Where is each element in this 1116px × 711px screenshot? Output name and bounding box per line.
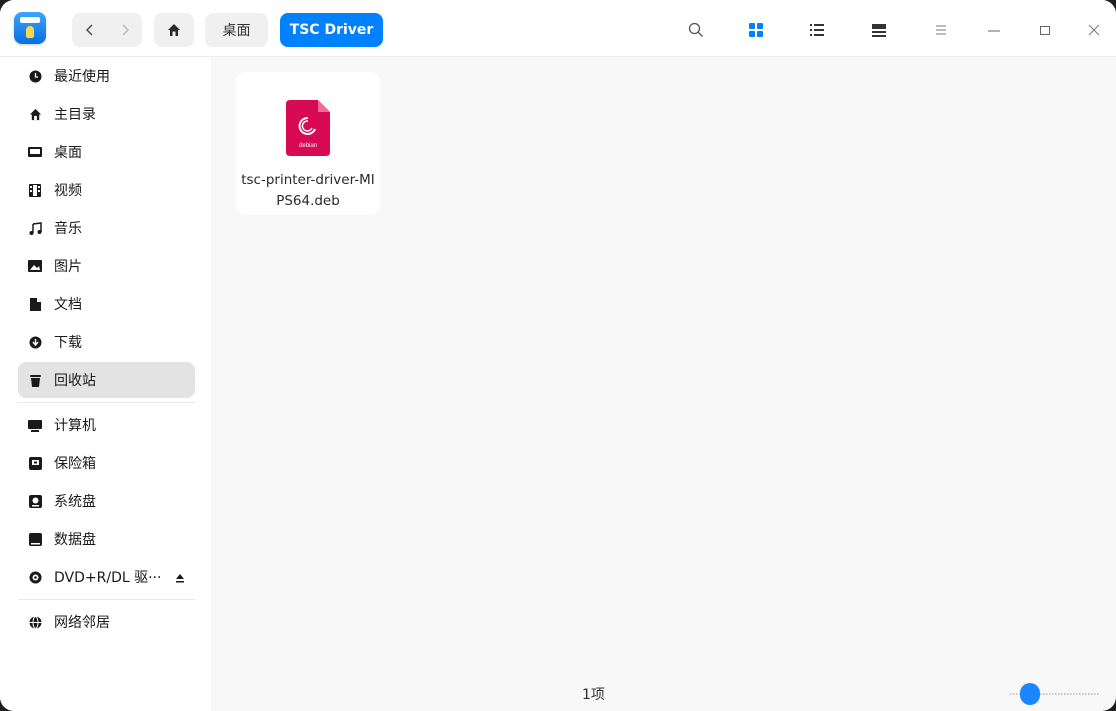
breadcrumb-desktop[interactable]: 桌面 xyxy=(205,13,268,47)
video-icon xyxy=(28,183,42,197)
chevron-left-icon xyxy=(85,24,92,36)
trash-icon xyxy=(28,373,42,387)
file-view: debian tsc-printer-driver-MIPS64.deb xyxy=(211,57,1116,711)
minimize-icon xyxy=(988,30,1000,32)
eject-icon[interactable] xyxy=(174,572,186,584)
zoom-slider-thumb[interactable] xyxy=(1020,683,1040,705)
chevron-right-icon xyxy=(122,24,129,36)
sidebar-item-label: 视频 xyxy=(54,183,82,199)
file-name: tsc-printer-driver-MIPS64.deb xyxy=(241,172,375,209)
vault-icon xyxy=(28,456,42,470)
sidebar-item-label: 数据盘 xyxy=(54,532,96,548)
recent-clock-icon xyxy=(28,69,42,83)
sidebar-item-desktop[interactable]: 桌面 xyxy=(18,134,195,170)
close-button[interactable] xyxy=(1080,16,1108,44)
back-button[interactable] xyxy=(72,13,107,47)
tree-view-button[interactable] xyxy=(865,16,893,44)
tree-view-icon xyxy=(872,24,886,37)
computer-icon xyxy=(28,418,42,432)
sidebar-item-label: 图片 xyxy=(54,259,82,275)
maximize-button[interactable] xyxy=(1031,16,1059,44)
sidebar-item-label: 保险箱 xyxy=(54,456,96,472)
sidebar-divider xyxy=(18,599,195,600)
music-icon xyxy=(28,221,42,235)
sidebar-item-label: 最近使用 xyxy=(54,69,110,85)
sidebar-item-music[interactable]: 音乐 xyxy=(18,210,195,246)
sidebar-item-label: 计算机 xyxy=(54,418,96,434)
icon-view-button[interactable] xyxy=(742,16,770,44)
search-button[interactable] xyxy=(682,16,710,44)
sidebar-item-trash[interactable]: 回收站 xyxy=(18,362,195,398)
file-manager-logo-icon xyxy=(14,12,46,44)
maximize-icon xyxy=(1040,26,1050,35)
file-item[interactable]: debian tsc-printer-driver-MIPS64.deb xyxy=(236,72,380,215)
download-icon xyxy=(28,335,42,349)
close-icon xyxy=(1088,24,1100,36)
sidebar: 最近使用 主目录 桌面 视频 音乐 图片 文档 下载 回收站 计算机 保险箱 系… xyxy=(0,57,211,711)
file-manager-window: 桌面 TSC Driver 最近使用 主目录 桌面 视频 音乐 图片 文档 下载… xyxy=(0,0,1116,711)
breadcrumb-current[interactable]: TSC Driver xyxy=(280,13,383,47)
sidebar-item-label: 桌面 xyxy=(54,145,82,161)
sidebar-item-label: 回收站 xyxy=(54,373,96,389)
sidebar-item-vault[interactable]: 保险箱 xyxy=(18,445,195,481)
picture-icon xyxy=(28,259,42,273)
sidebar-item-data-disk[interactable]: 数据盘 xyxy=(18,521,195,557)
debian-icon-label: debian xyxy=(299,143,317,149)
sidebar-item-home[interactable]: 主目录 xyxy=(18,96,195,132)
sidebar-item-label: 文档 xyxy=(54,297,82,313)
sidebar-item-label: 系统盘 xyxy=(54,494,96,510)
forward-button[interactable] xyxy=(107,13,142,47)
status-item-count: 1项 xyxy=(582,687,605,703)
document-icon xyxy=(28,297,42,311)
sidebar-item-recent[interactable]: 最近使用 xyxy=(18,58,195,94)
data-disk-icon xyxy=(28,532,42,546)
sidebar-item-videos[interactable]: 视频 xyxy=(18,172,195,208)
list-view-button[interactable] xyxy=(803,16,831,44)
icon-view-icon xyxy=(749,23,763,37)
title-bar: 桌面 TSC Driver xyxy=(0,0,1116,57)
sidebar-item-label: 主目录 xyxy=(54,107,96,123)
sidebar-item-label: DVD+R/DL 驱··· xyxy=(54,570,162,586)
sidebar-item-computer[interactable]: 计算机 xyxy=(18,407,195,443)
sidebar-item-label: 下载 xyxy=(54,335,82,351)
sidebar-item-downloads[interactable]: 下载 xyxy=(18,324,195,360)
sidebar-item-label: 音乐 xyxy=(54,221,82,237)
minimize-button[interactable] xyxy=(980,16,1008,44)
sidebar-divider xyxy=(18,402,195,403)
list-view-icon xyxy=(810,24,824,36)
history-nav xyxy=(72,13,142,47)
search-icon xyxy=(688,22,703,37)
network-icon xyxy=(28,615,42,629)
sidebar-item-network[interactable]: 网络邻居 xyxy=(18,604,195,640)
system-disk-icon xyxy=(28,494,42,508)
home-icon xyxy=(28,107,42,121)
desktop-icon xyxy=(28,145,42,159)
sidebar-item-documents[interactable]: 文档 xyxy=(18,286,195,322)
dvd-icon xyxy=(28,570,42,584)
sidebar-item-label: 网络邻居 xyxy=(54,615,110,631)
debian-package-icon: debian xyxy=(286,100,330,156)
home-button[interactable] xyxy=(154,13,194,47)
menu-icon xyxy=(936,25,946,35)
sidebar-item-pictures[interactable]: 图片 xyxy=(18,248,195,284)
sidebar-item-dvd[interactable]: DVD+R/DL 驱··· xyxy=(18,559,195,595)
menu-button[interactable] xyxy=(927,16,955,44)
home-icon xyxy=(168,24,180,36)
sidebar-item-system-disk[interactable]: 系统盘 xyxy=(18,483,195,519)
